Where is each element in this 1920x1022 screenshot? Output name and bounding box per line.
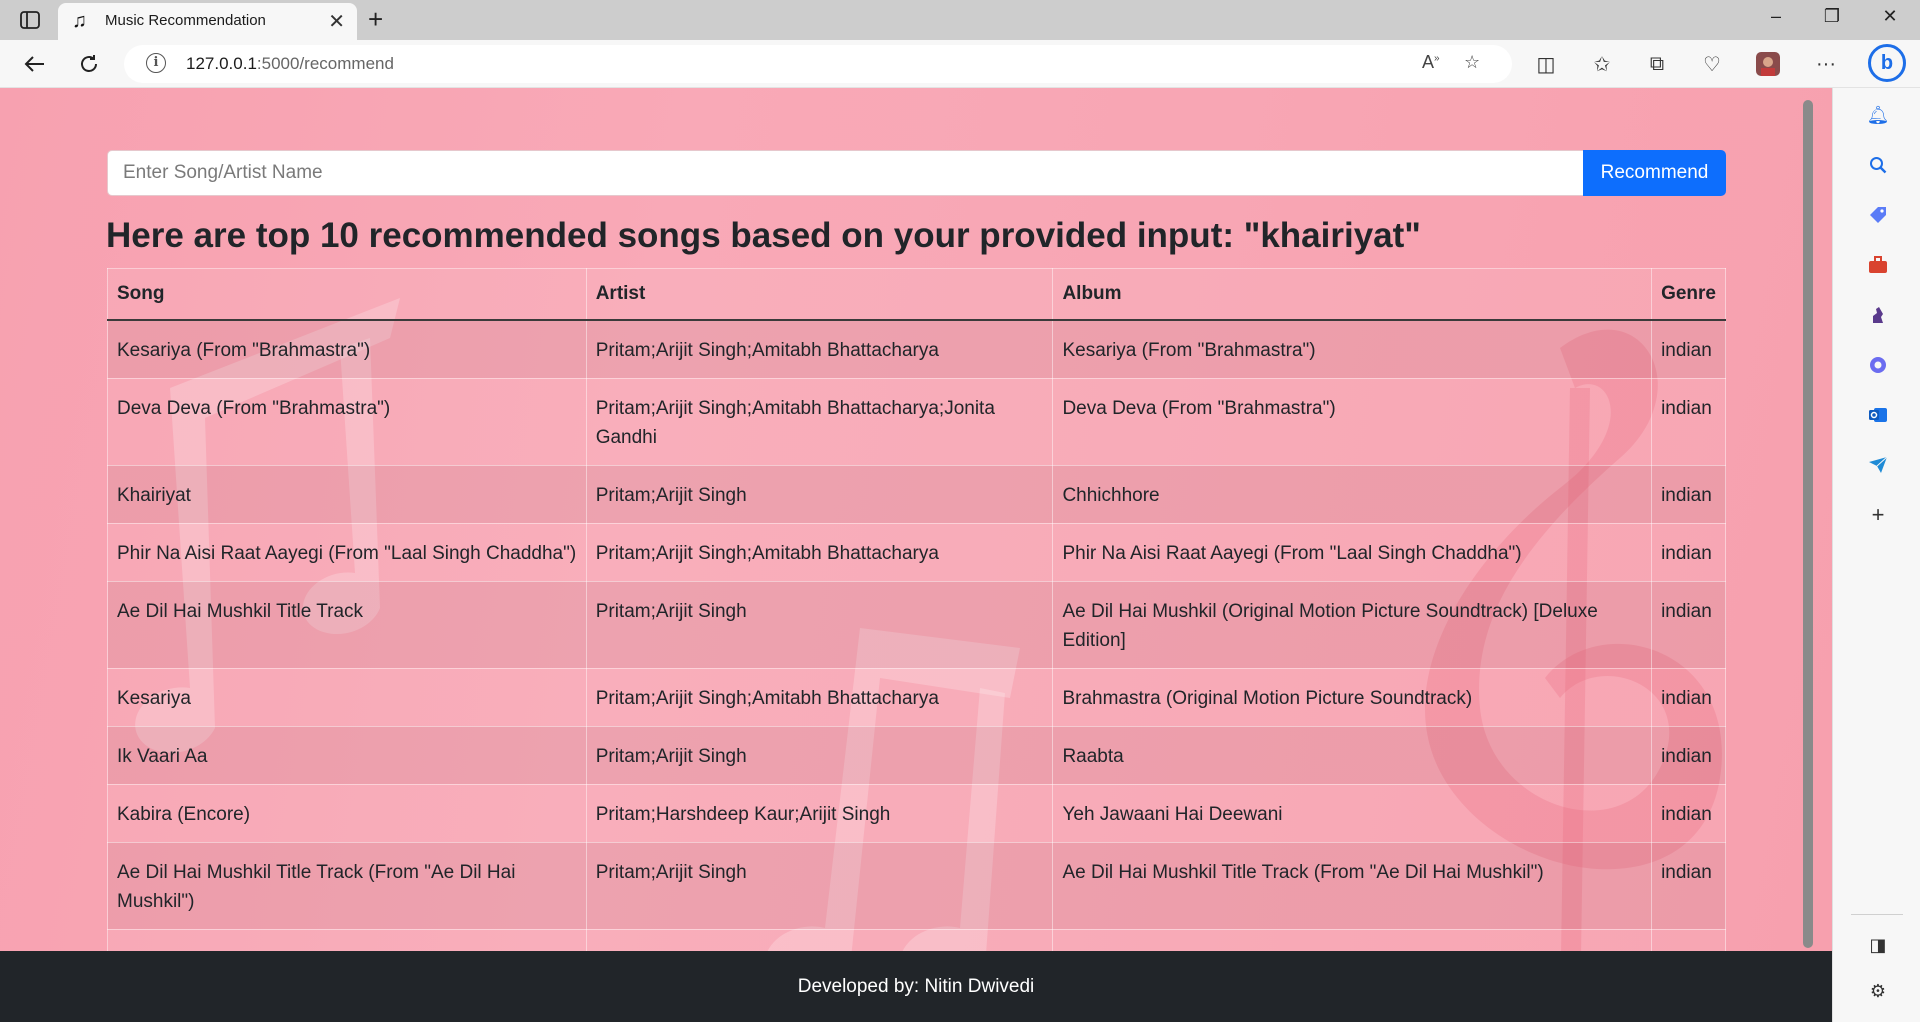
artist-cell: Pritam;Arijit Singh;Amitabh Bhattacharya: [585, 522, 1054, 582]
minimize-icon[interactable]: –: [1756, 6, 1796, 27]
more-menu-icon[interactable]: ···: [1810, 50, 1842, 78]
song-cell: Phir Na Aisi Raat Aayegi (From "Laal Sin…: [107, 522, 587, 582]
column-header-genre: Genre: [1651, 268, 1726, 321]
add-icon[interactable]: +: [1865, 502, 1891, 528]
favorite-star-icon[interactable]: ☆: [1464, 52, 1480, 73]
profile-avatar[interactable]: [1752, 50, 1784, 78]
genre-cell: indian: [1651, 377, 1726, 466]
table-row: Kabira (Encore) Pritam;Harshdeep Kaur;Ar…: [107, 783, 1726, 843]
split-screen-icon[interactable]: ◫: [1530, 50, 1562, 78]
bell-icon[interactable]: 🔔︎: [1865, 102, 1891, 128]
table-row: Kesariya Pritam;Arijit Singh;Amitabh Bha…: [107, 667, 1726, 727]
new-tab-icon[interactable]: +: [368, 4, 383, 35]
send-drop-icon[interactable]: [1865, 452, 1891, 478]
artist-cell: Pritam;Arijit Singh: [585, 841, 1054, 930]
song-cell: Ik Vaari Aa: [107, 725, 587, 785]
recommendations-table-wrap: Song Artist Album Genre Kesariya (From "…: [107, 268, 1726, 1017]
album-cell: Raabta: [1052, 725, 1653, 785]
album-cell: Ae Dil Hai Mushkil Title Track (From "Ae…: [1052, 841, 1653, 930]
copilot-icon[interactable]: b: [1868, 44, 1906, 82]
artist-cell: Pritam;Arijit Singh: [585, 464, 1054, 524]
song-cell: Kabira (Encore): [107, 783, 587, 843]
site-info-icon[interactable]: i: [146, 53, 166, 73]
table-row: Khairiyat Pritam;Arijit Singh Chhichhore…: [107, 464, 1726, 524]
album-cell: Yeh Jawaani Hai Deewani: [1052, 783, 1653, 843]
genre-cell: indian: [1651, 725, 1726, 785]
games-icon[interactable]: [1865, 302, 1891, 328]
read-aloud-icon[interactable]: A»: [1422, 52, 1440, 73]
close-window-icon[interactable]: ✕: [1870, 6, 1910, 27]
table-row: Deva Deva (From "Brahmastra") Pritam;Ari…: [107, 377, 1726, 466]
tab-close-icon[interactable]: ✕: [328, 9, 345, 34]
browser-tab-bar: ♫ Music Recommendation ✕ + – ❐ ✕: [0, 0, 1920, 40]
artist-cell: Pritam;Arijit Singh;Amitabh Bhattacharya: [585, 319, 1054, 379]
genre-cell: indian: [1651, 319, 1726, 379]
edge-sidebar: 🔔︎ + ◨ ⚙: [1803, 88, 1920, 1022]
recommendations-table: Song Artist Album Genre Kesariya (From "…: [107, 268, 1726, 1017]
artist-cell: Pritam;Harshdeep Kaur;Arijit Singh: [585, 783, 1054, 843]
album-cell: Chhichhore: [1052, 464, 1653, 524]
artist-cell: Pritam;Arijit Singh;Amitabh Bhattacharya: [585, 667, 1054, 727]
artist-cell: Pritam;Arijit Singh;Amitabh Bhattacharya…: [585, 377, 1054, 466]
recommend-button[interactable]: Recommend: [1583, 150, 1726, 196]
album-cell: Kesariya (From "Brahmastra"): [1052, 319, 1653, 379]
song-cell: Ae Dil Hai Mushkil Title Track: [107, 580, 587, 669]
song-cell: Kesariya: [107, 667, 587, 727]
tab-actions-icon[interactable]: [14, 8, 46, 32]
results-heading: Here are top 10 recommended songs based …: [106, 216, 1421, 255]
microsoft-365-icon[interactable]: [1865, 352, 1891, 378]
album-cell: Phir Na Aisi Raat Aayegi (From "Laal Sin…: [1052, 522, 1653, 582]
back-arrow-icon[interactable]: [18, 50, 50, 78]
song-cell: Khairiyat: [107, 464, 587, 524]
genre-cell: indian: [1651, 667, 1726, 727]
table-header-row: Song Artist Album Genre: [107, 268, 1726, 321]
genre-cell: indian: [1651, 580, 1726, 669]
album-cell: Ae Dil Hai Mushkil (Original Motion Pict…: [1052, 580, 1653, 669]
album-cell: Brahmastra (Original Motion Picture Soun…: [1052, 667, 1653, 727]
music-note-icon: ♫: [72, 10, 87, 32]
favorites-icon[interactable]: ✩: [1586, 50, 1618, 78]
table-row: Ik Vaari Aa Pritam;Arijit Singh Raabta i…: [107, 725, 1726, 785]
genre-cell: indian: [1651, 522, 1726, 582]
tab-title: Music Recommendation: [105, 12, 266, 29]
table-row: Ae Dil Hai Mushkil Title Track Pritam;Ar…: [107, 580, 1726, 669]
search-form: Recommend: [107, 150, 1726, 196]
artist-cell: Pritam;Arijit Singh: [585, 725, 1054, 785]
address-url: 127.0.0.1:5000/recommend: [186, 54, 394, 73]
page-viewport: Recommend Here are top 10 recommended so…: [0, 88, 1832, 1022]
browser-toolbar: i 127.0.0.1:5000/recommend A» ☆ ◫ ✩ ⧉ ♡ …: [0, 40, 1920, 88]
column-header-album: Album: [1052, 268, 1653, 321]
address-bar[interactable]: i 127.0.0.1:5000/recommend A» ☆: [124, 45, 1512, 83]
collections-icon[interactable]: ⧉: [1641, 50, 1673, 78]
genre-cell: indian: [1651, 783, 1726, 843]
column-header-song: Song: [107, 268, 587, 321]
genre-cell: indian: [1651, 464, 1726, 524]
page-scrollbar-thumb[interactable]: [1803, 100, 1813, 948]
page-footer: Developed by: Nitin Dwivedi: [0, 951, 1832, 1022]
column-header-artist: Artist: [585, 268, 1054, 321]
restore-icon[interactable]: ❐: [1812, 6, 1852, 27]
sidebar-divider: [1851, 914, 1903, 915]
active-tab[interactable]: ♫ Music Recommendation ✕: [58, 3, 357, 40]
settings-gear-icon[interactable]: ⚙: [1865, 978, 1891, 1004]
song-artist-search-input[interactable]: [107, 150, 1583, 196]
song-cell: Kesariya (From "Brahmastra"): [107, 319, 587, 379]
browser-essentials-icon[interactable]: ♡: [1696, 50, 1728, 78]
genre-cell: indian: [1651, 841, 1726, 930]
table-row: Phir Na Aisi Raat Aayegi (From "Laal Sin…: [107, 522, 1726, 582]
artist-cell: Pritam;Arijit Singh: [585, 580, 1054, 669]
search-icon[interactable]: [1865, 152, 1891, 178]
album-cell: Deva Deva (From "Brahmastra"): [1052, 377, 1653, 466]
sidebar-toggle-icon[interactable]: ◨: [1865, 932, 1891, 958]
refresh-icon[interactable]: [73, 50, 105, 78]
song-cell: Ae Dil Hai Mushkil Title Track (From "Ae…: [107, 841, 587, 930]
table-row: Kesariya (From "Brahmastra") Pritam;Arij…: [107, 319, 1726, 379]
song-cell: Deva Deva (From "Brahmastra"): [107, 377, 587, 466]
table-row: Ae Dil Hai Mushkil Title Track (From "Ae…: [107, 841, 1726, 930]
shopping-tag-icon[interactable]: [1865, 202, 1891, 228]
toolbox-icon[interactable]: [1865, 252, 1891, 278]
outlook-icon[interactable]: [1865, 402, 1891, 428]
